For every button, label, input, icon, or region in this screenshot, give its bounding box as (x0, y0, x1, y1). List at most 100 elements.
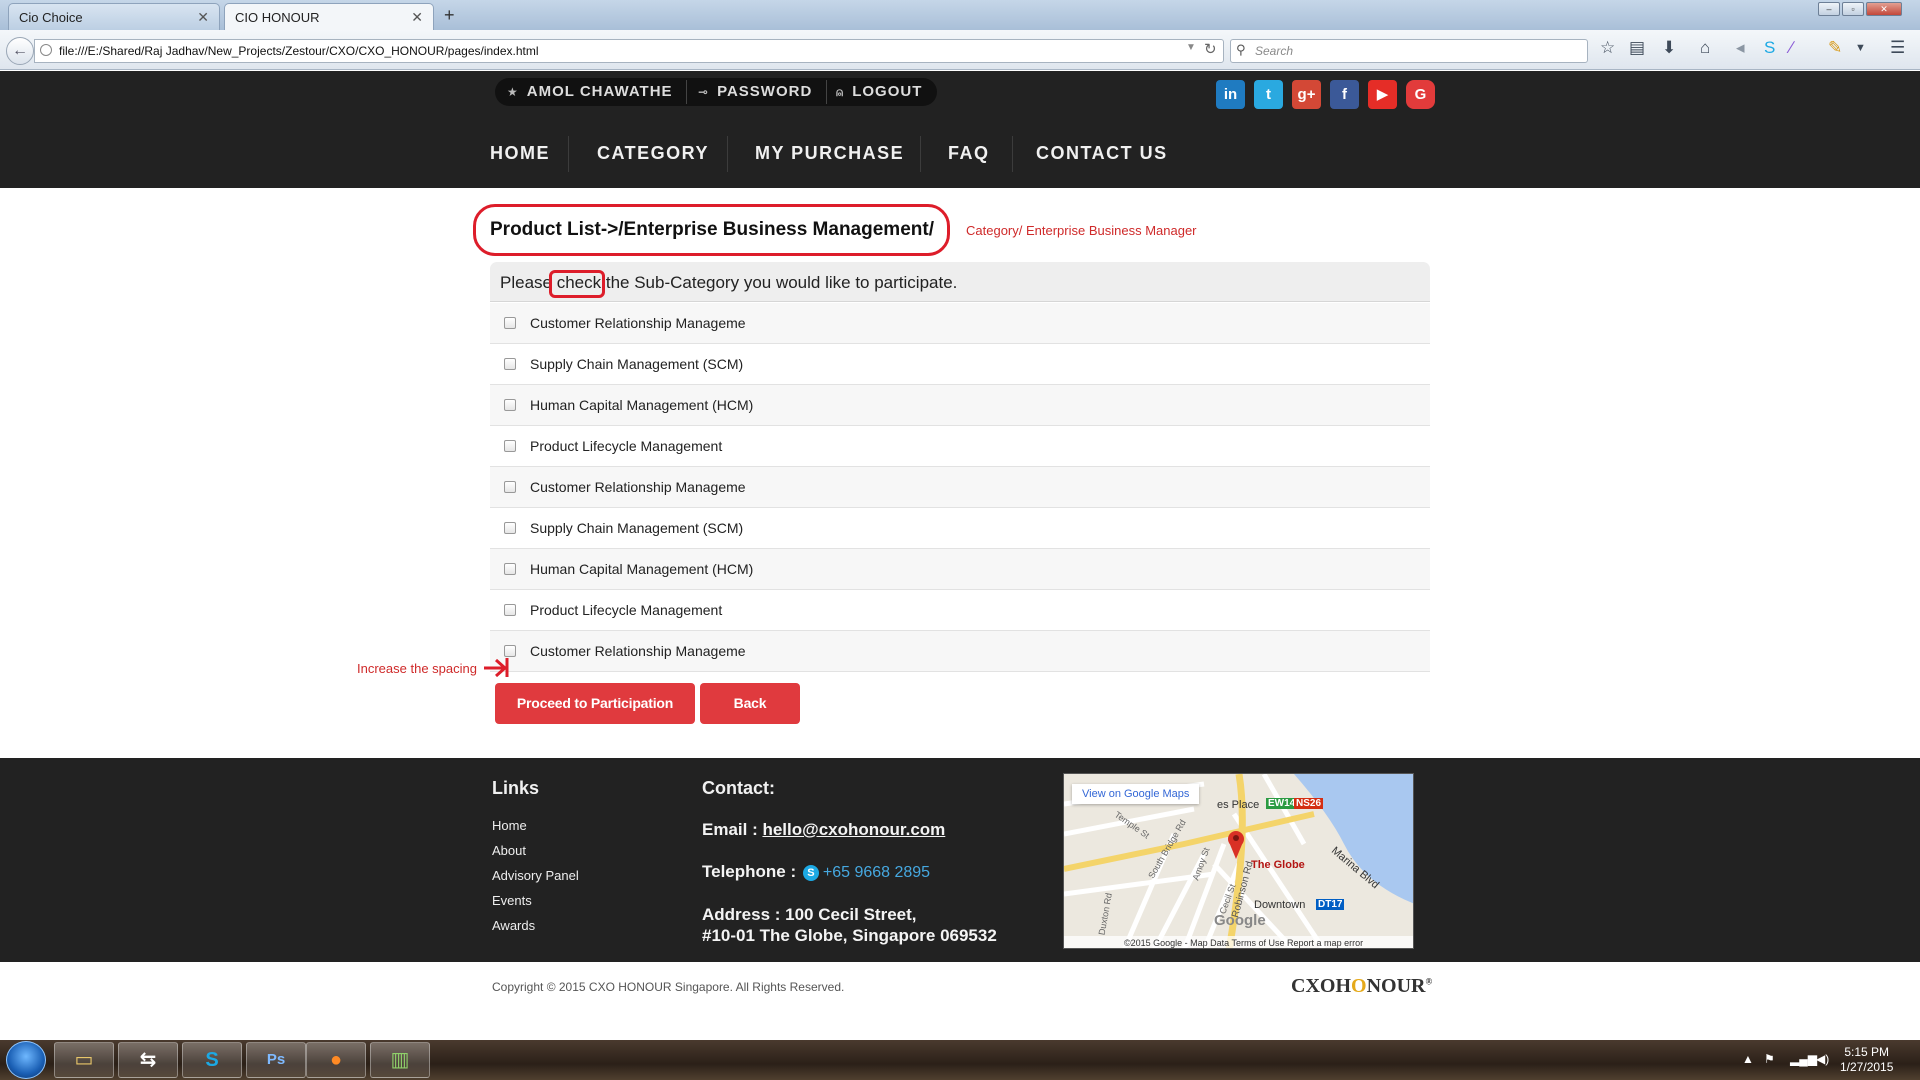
nav-home[interactable]: HOME (490, 143, 550, 164)
facebook-icon[interactable]: f (1330, 80, 1359, 109)
telephone-link[interactable]: +65 9668 2895 (823, 864, 930, 881)
tray-arrow-icon[interactable]: ▲ (1742, 1052, 1754, 1066)
network-icon[interactable]: ▂▄▆ (1790, 1052, 1817, 1066)
footer-link-advisory-panel[interactable]: Advisory Panel (492, 868, 579, 883)
page-icon (40, 44, 52, 56)
footer-link-about[interactable]: About (492, 843, 526, 858)
youtube-icon[interactable]: ▶ (1368, 80, 1397, 109)
tab-label: Cio Choice (19, 10, 83, 25)
page-title: Product List->/Enterprise Business Manag… (490, 219, 934, 240)
subcategory-checkbox[interactable] (504, 399, 516, 411)
key-icon: ⊸ (698, 85, 710, 99)
subcategory-checkbox[interactable] (504, 440, 516, 452)
logout-link[interactable]: ⍝ LOGOUT (836, 78, 922, 106)
user-name-link[interactable]: ★ AMOL CHAWATHE (507, 78, 673, 106)
remote-desktop-icon[interactable]: ⇆ (118, 1042, 178, 1078)
brand-logo: CXOHONOUR® (1291, 975, 1433, 997)
addon-dropdown-icon[interactable]: ▼ (1855, 42, 1866, 54)
divider (568, 136, 569, 172)
bookmark-star-icon[interactable]: ☆ (1600, 38, 1615, 58)
menu-icon[interactable]: ☰ (1890, 38, 1905, 58)
clock[interactable]: 5:15 PM 1/27/2015 (1840, 1045, 1893, 1075)
annotation-box (549, 270, 605, 298)
photoshop-icon[interactable]: Ps (246, 1042, 306, 1078)
subcategory-label: Supply Chain Management (SCM) (530, 356, 744, 372)
subcategory-label: Product Lifecycle Management (530, 602, 723, 618)
checklist-row[interactable]: Supply Chain Management (SCM) (490, 508, 1430, 549)
subcategory-checkbox[interactable] (504, 604, 516, 616)
google-plus-icon[interactable]: g+ (1292, 80, 1321, 109)
flag-icon[interactable]: ⚑ (1764, 1052, 1775, 1066)
chart-app-icon[interactable]: ▥ (370, 1042, 430, 1078)
view-on-google-maps-link[interactable]: View on Google Maps (1072, 784, 1200, 804)
password-link[interactable]: ⊸ PASSWORD (698, 78, 812, 106)
download-icon[interactable]: ⬇ (1662, 38, 1676, 58)
addon-icon[interactable]: ✎ (1828, 38, 1842, 58)
skype-taskbar-icon[interactable]: S (182, 1042, 242, 1078)
checklist-row[interactable]: Customer Relationship Manageme (490, 631, 1430, 672)
proceed-button[interactable]: Proceed to Participation (495, 683, 695, 724)
linkedin-icon[interactable]: in (1216, 80, 1245, 109)
map-footer-text: ©2015 Google - Map Data Terms of Use Rep… (1064, 936, 1413, 948)
checklist-row[interactable]: Human Capital Management (HCM) (490, 385, 1430, 426)
footer-links-heading: Links (492, 778, 540, 798)
volume-icon[interactable]: ◀) (1816, 1052, 1829, 1066)
footer-link-awards[interactable]: Awards (492, 918, 535, 933)
subcategory-checkbox[interactable] (504, 522, 516, 534)
tab-label: CIO HONOUR (235, 10, 320, 25)
nav-contact-us[interactable]: CONTACT US (1036, 143, 1168, 164)
google-red-icon[interactable]: G (1406, 80, 1435, 109)
subcategory-checkbox[interactable] (504, 481, 516, 493)
twitter-icon[interactable]: t (1254, 80, 1283, 109)
back-button[interactable]: Back (700, 683, 800, 724)
copyright-text: Copyright © 2015 CXO HONOUR Singapore. A… (492, 980, 845, 994)
subcategory-checkbox[interactable] (504, 563, 516, 575)
reload-icon[interactable]: ↻ (1204, 40, 1217, 58)
explorer-icon[interactable]: ▭ (54, 1042, 114, 1078)
checklist-row[interactable]: Customer Relationship Manageme (490, 467, 1430, 508)
telephone-line: Telephone : S +65 9668 2895 (702, 862, 931, 881)
checklist-row[interactable]: Human Capital Management (HCM) (490, 549, 1430, 590)
reading-list-icon[interactable]: ▤ (1629, 38, 1645, 58)
google-logo: Google (1214, 912, 1266, 929)
close-tab-icon[interactable]: ✕ (411, 4, 423, 31)
map-badge: DT17 (1316, 899, 1345, 910)
divider (826, 80, 827, 104)
subcategory-checkbox[interactable] (504, 358, 516, 370)
checklist-row[interactable]: Supply Chain Management (SCM) (490, 344, 1430, 385)
checklist-row[interactable]: Customer Relationship Manageme (490, 303, 1430, 344)
start-button-icon[interactable] (6, 1041, 46, 1079)
subcategory-label: Customer Relationship Manageme (530, 643, 746, 659)
star-icon: ★ (507, 85, 519, 99)
subcategory-label: Customer Relationship Manageme (530, 479, 746, 495)
address-bar[interactable]: file:///E:/Shared/Raj Jadhav/New_Project… (34, 39, 1224, 63)
window-close-icon[interactable]: ✕ (1866, 2, 1902, 16)
email-link[interactable]: hello@cxohonour.com (762, 820, 945, 839)
nav-faq[interactable]: FAQ (948, 143, 990, 164)
nav-my-purchase[interactable]: MY PURCHASE (755, 143, 904, 164)
pen-icon[interactable]: ∕ (1790, 38, 1793, 58)
browser-tab-cio-honour[interactable]: CIO HONOUR ✕ (224, 3, 434, 30)
new-tab-icon[interactable]: + (444, 5, 455, 26)
send-icon[interactable]: ◂ (1736, 38, 1745, 58)
footer-link-home[interactable]: Home (492, 818, 527, 833)
skype-toolbar-icon[interactable]: S (1764, 38, 1775, 58)
map-embed[interactable]: View on Google Maps es Place EW14 NS26 T… (1063, 773, 1414, 949)
address-line-2: #10-01 The Globe, Singapore 069532 (702, 926, 997, 945)
maximize-icon[interactable]: ▫ (1842, 2, 1864, 16)
url-dropdown-icon[interactable]: ▼ (1186, 42, 1196, 53)
browser-tab-cio-choice[interactable]: Cio Choice ✕ (8, 3, 220, 30)
nav-category[interactable]: CATEGORY (597, 143, 709, 164)
minimize-icon[interactable]: – (1818, 2, 1840, 16)
subcategory-checkbox[interactable] (504, 317, 516, 329)
footer-link-events[interactable]: Events (492, 893, 532, 908)
firefox-icon[interactable]: ● (306, 1042, 366, 1078)
back-arrow-icon[interactable]: ← (6, 37, 34, 65)
annotation-arrow-icon (484, 658, 509, 677)
divider (727, 136, 728, 172)
close-tab-icon[interactable]: ✕ (197, 4, 209, 31)
home-icon[interactable]: ⌂ (1700, 38, 1710, 58)
browser-search-input[interactable]: Search (1230, 39, 1588, 63)
checklist-row[interactable]: Product Lifecycle Management (490, 426, 1430, 467)
checklist-row[interactable]: Product Lifecycle Management (490, 590, 1430, 631)
